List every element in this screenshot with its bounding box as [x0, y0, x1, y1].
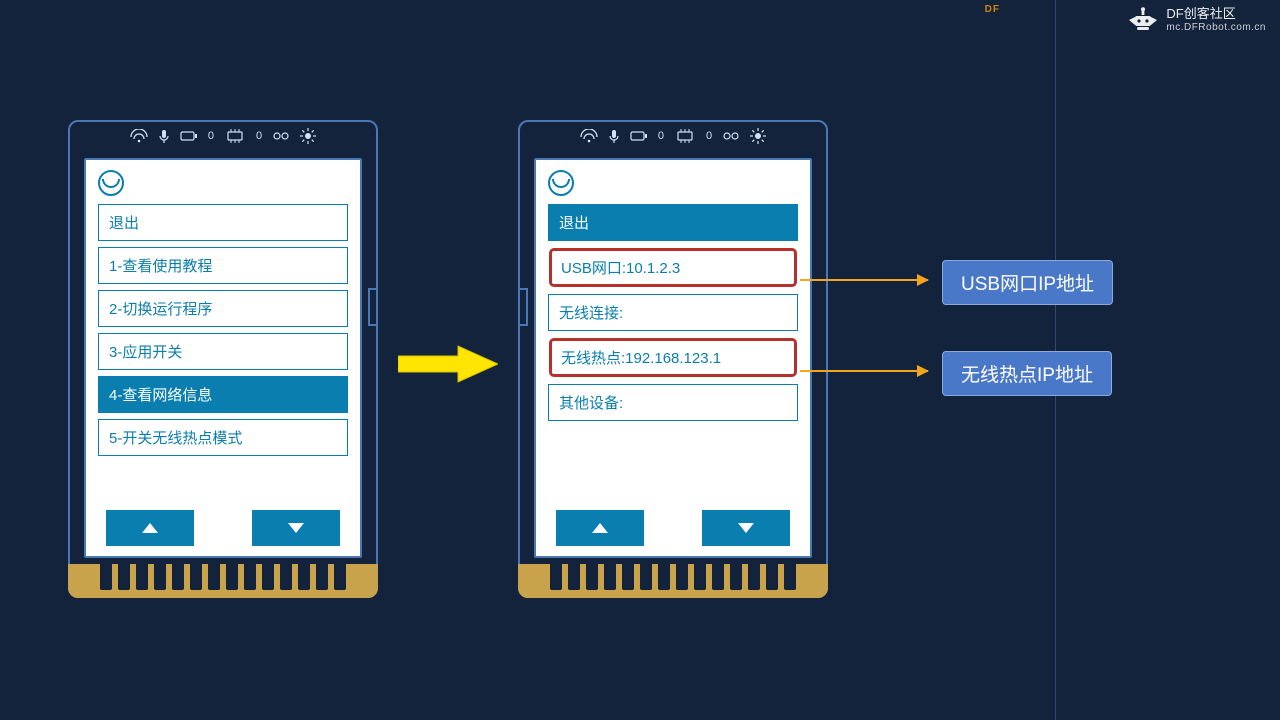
callout-label-usb: USB网口IP地址 [942, 260, 1113, 305]
gold-connector [518, 564, 828, 598]
nav-down-button[interactable] [702, 510, 790, 546]
nav-row [98, 506, 348, 546]
status-zero-1: 0 [208, 130, 214, 142]
battery-icon [180, 130, 198, 142]
menu-item-0[interactable]: 1-查看使用教程 [98, 247, 348, 284]
chip-icon [674, 128, 696, 144]
nav-down-button[interactable] [252, 510, 340, 546]
status-zero-1: 0 [658, 130, 664, 142]
callout-label-hotspot: 无线热点IP地址 [942, 351, 1112, 396]
menu-exit[interactable]: 退出 [98, 204, 348, 241]
nav-row [548, 506, 798, 546]
link-icon [722, 130, 740, 142]
menu-list-left: 退出 1-查看使用教程 2-切换运行程序 3-应用开关 4-查看网络信息 5-开… [98, 204, 348, 506]
side-tab [518, 288, 528, 326]
nav-up-button[interactable] [106, 510, 194, 546]
status-zero-2: 0 [706, 130, 712, 142]
menu-item-2[interactable]: 3-应用开关 [98, 333, 348, 370]
triangle-up-icon [141, 522, 159, 534]
robot-icon [1126, 6, 1160, 34]
triangle-up-icon [591, 522, 609, 534]
brightness-icon [300, 128, 316, 144]
brand-name: DF创客社区 [1166, 7, 1266, 22]
link-icon [272, 130, 290, 142]
status-zero-2: 0 [256, 130, 262, 142]
gold-connector [68, 564, 378, 598]
menu-list-right: 退出 USB网口:10.1.2.3 无线连接: 无线热点:192.168.123… [548, 204, 798, 506]
menu-item-4[interactable]: 5-开关无线热点模式 [98, 419, 348, 456]
battery-icon [630, 130, 648, 142]
nav-up-button[interactable] [556, 510, 644, 546]
device-right: 0 0 退出 USB网口:10.1.2.3 无线连接: 无线热点:192.168… [518, 120, 828, 598]
app-logo-icon [548, 170, 574, 196]
net-item-hotspot[interactable]: 无线热点:192.168.123.1 [548, 337, 798, 378]
app-logo-icon [98, 170, 124, 196]
mic-icon [158, 129, 170, 143]
callout-arrow-usb [800, 279, 928, 281]
triangle-down-icon [737, 522, 755, 534]
mic-icon [608, 129, 620, 143]
screen-left: 退出 1-查看使用教程 2-切换运行程序 3-应用开关 4-查看网络信息 5-开… [84, 158, 362, 558]
menu-item-3[interactable]: 4-查看网络信息 [98, 376, 348, 413]
net-item-other[interactable]: 其他设备: [548, 384, 798, 421]
menu-item-1[interactable]: 2-切换运行程序 [98, 290, 348, 327]
net-item-usb[interactable]: USB网口:10.1.2.3 [548, 247, 798, 288]
transition-arrow-icon [398, 344, 498, 384]
menu-exit[interactable]: 退出 [548, 204, 798, 241]
brand-url: mc.DFRobot.com.cn [1166, 22, 1266, 34]
wifi-icon [130, 129, 148, 143]
screen-right: 退出 USB网口:10.1.2.3 无线连接: 无线热点:192.168.123… [534, 158, 812, 558]
device-left: 0 0 退出 1-查看使用教程 2-切换运行程序 3-应用开关 4-查看网络信息… [68, 120, 378, 598]
brand-watermark: DF创客社区 mc.DFRobot.com.cn [1126, 6, 1266, 34]
brightness-icon [750, 128, 766, 144]
wifi-icon [580, 129, 598, 143]
triangle-down-icon [287, 522, 305, 534]
small-tag: DF [985, 4, 1000, 15]
callout-arrow-hotspot [800, 370, 928, 372]
status-bar: 0 0 [520, 122, 826, 150]
net-item-wifi[interactable]: 无线连接: [548, 294, 798, 331]
side-tab [368, 288, 378, 326]
status-bar: 0 0 [70, 122, 376, 150]
chip-icon [224, 128, 246, 144]
